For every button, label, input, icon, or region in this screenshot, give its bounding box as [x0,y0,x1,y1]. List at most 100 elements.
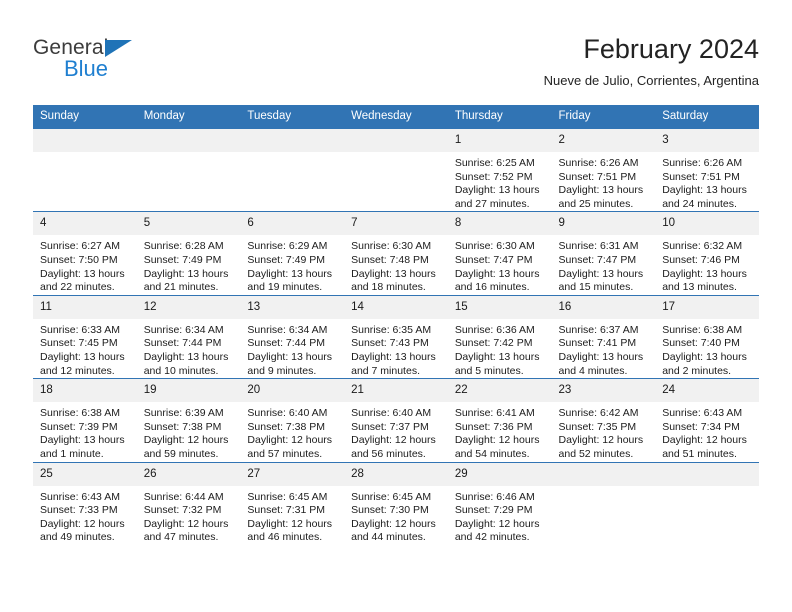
calendar-day-cell[interactable]: 18 Sunrise: 6:38 AM Sunset: 7:39 PM Dayligh… [33,378,137,462]
calendar-day-cell-empty [33,129,137,212]
title-block: February 2024 Nueve de Julio, Corrientes… [544,33,759,91]
calendar-day-cell[interactable]: 9 Sunrise: 6:31 AM Sunset: 7:47 PM Daylight… [551,211,656,296]
day-number: 14 [344,295,448,319]
calendar-day-cell[interactable]: 27 Sunrise: 6:45 AM Sunset: 7:31 PM Dayligh… [240,461,345,545]
day-cell-inner: 28 Sunrise: 6:45 AM Sunset: 7:30 PM Dayligh… [344,462,448,545]
daylight-text-line2: and 51 minutes. [662,447,737,460]
day-cell-inner: 24 Sunrise: 6:43 AM Sunset: 7:34 PM Dayligh… [655,379,759,461]
day-details: Sunrise: 6:44 AM Sunset: 7:32 PM Daylight:… [137,486,241,545]
calendar-day-cell[interactable]: 7 Sunrise: 6:30 AM Sunset: 7:48 PM Daylight… [344,211,448,296]
calendar-day-cell[interactable]: 24 Sunrise: 6:43 AM Sunset: 7:34 PM Dayligh… [655,378,759,462]
sunrise-text: Sunrise: 6:39 AM [143,407,224,420]
calendar-day-cell[interactable]: 25 Sunrise: 6:43 AM Sunset: 7:33 PM Dayligh… [33,461,137,545]
calendar-day-cell[interactable]: 19 Sunrise: 6:39 AM Sunset: 7:38 PM Dayligh… [136,378,241,462]
day-cell-inner [136,129,241,211]
day-cell-inner: 18 Sunrise: 6:38 AM Sunset: 7:39 PM Dayligh… [33,379,137,461]
daylight-text-line1: Daylight: 13 hours [662,350,747,363]
weekday-header-friday: Friday [551,105,656,129]
day-cell-inner: 11 Sunrise: 6:33 AM Sunset: 7:45 PM Dayligh… [33,295,137,378]
calendar-day-cell[interactable]: 13 Sunrise: 6:34 AM Sunset: 7:44 PM Dayligh… [240,294,345,379]
daylight-text-line2: and 22 minutes. [40,281,115,294]
day-number: 5 [136,212,241,236]
day-details: Sunrise: 6:27 AM Sunset: 7:50 PM Daylight:… [33,235,137,294]
day-number [33,129,137,152]
calendar-day-cell[interactable]: 21 Sunrise: 6:40 AM Sunset: 7:37 PM Dayligh… [344,378,448,462]
sunrise-text: Sunrise: 6:38 AM [40,407,120,420]
day-number: 23 [551,379,656,403]
calendar-day-cell-empty [240,129,345,212]
calendar-day-cell[interactable]: 1 Sunrise: 6:25 AM Sunset: 7:52 PM Daylight… [447,129,552,212]
day-cell-inner: 3 Sunrise: 6:26 AM Sunset: 7:51 PM Daylight… [655,129,759,211]
day-details: Sunrise: 6:30 AM Sunset: 7:48 PM Daylight:… [344,235,448,294]
calendar-day-cell[interactable]: 2 Sunrise: 6:26 AM Sunset: 7:51 PM Daylight… [551,129,656,212]
calendar-day-cell[interactable]: 20 Sunrise: 6:40 AM Sunset: 7:38 PM Dayligh… [240,378,345,462]
day-number: 26 [136,462,241,486]
daylight-text-line1: Daylight: 13 hours [558,350,644,363]
daylight-text-line2: and 15 minutes. [558,281,634,294]
calendar-day-cell[interactable]: 10 Sunrise: 6:32 AM Sunset: 7:46 PM Dayligh… [655,211,759,296]
calendar-day-cell[interactable]: 16 Sunrise: 6:37 AM Sunset: 7:41 PM Dayligh… [551,294,656,379]
day-number [136,129,241,152]
day-number: 1 [447,129,552,152]
day-number [655,462,759,486]
daylight-text-line2: and 21 minutes. [143,281,219,294]
sunset-text: Sunset: 7:43 PM [351,337,429,350]
daylight-text-line1: Daylight: 13 hours [351,267,436,280]
sunrise-text: Sunrise: 6:34 AM [247,323,328,336]
calendar-day-cell[interactable]: 26 Sunrise: 6:44 AM Sunset: 7:32 PM Dayligh… [136,461,241,545]
daylight-text-line1: Daylight: 13 hours [558,267,644,280]
calendar-day-cell[interactable]: 4 Sunrise: 6:27 AM Sunset: 7:50 PM Daylight… [33,211,137,296]
calendar-day-cell[interactable]: 5 Sunrise: 6:28 AM Sunset: 7:49 PM Daylight… [136,211,241,296]
day-details: Sunrise: 6:29 AM Sunset: 7:49 PM Daylight:… [240,235,344,294]
calendar-day-cell[interactable]: 14 Sunrise: 6:35 AM Sunset: 7:43 PM Dayligh… [344,294,448,379]
day-number: 25 [33,462,137,486]
daylight-text-line2: and 27 minutes. [454,197,530,210]
day-details: Sunrise: 6:33 AM Sunset: 7:45 PM Daylight:… [33,319,137,378]
calendar-day-cell[interactable]: 28 Sunrise: 6:45 AM Sunset: 7:30 PM Dayligh… [344,461,448,545]
sunset-text: Sunset: 7:30 PM [351,504,429,517]
day-number: 9 [551,212,656,236]
calendar-week-row: 11 Sunrise: 6:33 AM Sunset: 7:45 PM Dayligh… [33,294,759,379]
daylight-text-line2: and 7 minutes. [351,364,420,377]
calendar-day-cell[interactable]: 6 Sunrise: 6:29 AM Sunset: 7:49 PM Daylight… [240,211,345,296]
day-number: 17 [655,295,759,319]
sunrise-text: Sunrise: 6:37 AM [558,323,639,336]
day-details: Sunrise: 6:25 AM Sunset: 7:52 PM Daylight:… [448,152,552,211]
day-number: 22 [447,379,552,403]
day-cell-inner: 23 Sunrise: 6:42 AM Sunset: 7:35 PM Dayligh… [551,379,656,461]
day-details: Sunrise: 6:42 AM Sunset: 7:35 PM Daylight:… [552,402,656,461]
day-cell-inner: 27 Sunrise: 6:45 AM Sunset: 7:31 PM Dayligh… [240,462,345,545]
general-blue-logo[interactable]: General Blue [33,37,213,93]
daylight-text-line1: Daylight: 12 hours [40,517,125,530]
calendar-day-cell[interactable]: 29 Sunrise: 6:46 AM Sunset: 7:29 PM Dayligh… [447,461,552,545]
day-number [344,129,448,152]
sunset-text: Sunset: 7:31 PM [247,504,326,517]
daylight-text-line2: and 19 minutes. [247,281,323,294]
calendar-day-cell[interactable]: 3 Sunrise: 6:26 AM Sunset: 7:51 PM Daylight… [655,129,759,212]
weekday-header-monday: Monday [136,105,241,129]
logo-triangle-icon [105,40,133,57]
calendar-day-cell[interactable]: 22 Sunrise: 6:41 AM Sunset: 7:36 PM Dayligh… [447,378,552,462]
calendar-day-cell[interactable]: 12 Sunrise: 6:34 AM Sunset: 7:44 PM Dayligh… [136,294,241,379]
calendar-week-row: 1 Sunrise: 6:25 AM Sunset: 7:52 PM Daylight… [33,129,759,212]
calendar-day-cell[interactable]: 23 Sunrise: 6:42 AM Sunset: 7:35 PM Dayligh… [551,378,656,462]
daylight-text-line2: and 16 minutes. [454,281,530,294]
day-details: Sunrise: 6:38 AM Sunset: 7:39 PM Daylight:… [33,402,137,461]
calendar-week-row: 25 Sunrise: 6:43 AM Sunset: 7:33 PM Dayligh… [33,461,759,545]
daylight-text-line1: Daylight: 13 hours [662,267,747,280]
calendar-day-cell[interactable]: 8 Sunrise: 6:30 AM Sunset: 7:47 PM Daylight… [447,211,552,296]
day-number: 7 [344,212,448,236]
day-details: Sunrise: 6:45 AM Sunset: 7:31 PM Daylight:… [240,486,344,545]
sunrise-text: Sunrise: 6:45 AM [351,490,432,503]
sunset-text: Sunset: 7:51 PM [558,170,637,183]
calendar-day-cell[interactable]: 17 Sunrise: 6:38 AM Sunset: 7:40 PM Dayligh… [655,294,759,379]
calendar-day-cell[interactable]: 11 Sunrise: 6:33 AM Sunset: 7:45 PM Dayligh… [33,294,137,379]
calendar-day-cell[interactable]: 15 Sunrise: 6:36 AM Sunset: 7:42 PM Dayligh… [447,294,552,379]
day-details: Sunrise: 6:37 AM Sunset: 7:41 PM Daylight:… [552,319,656,378]
sunset-text: Sunset: 7:38 PM [143,420,222,433]
day-cell-inner: 10 Sunrise: 6:32 AM Sunset: 7:46 PM Dayligh… [655,212,759,294]
sunset-text: Sunset: 7:45 PM [40,337,118,350]
sunset-text: Sunset: 7:29 PM [454,504,533,517]
day-cell-inner: 29 Sunrise: 6:46 AM Sunset: 7:29 PM Dayligh… [447,462,552,545]
day-details [552,486,656,491]
